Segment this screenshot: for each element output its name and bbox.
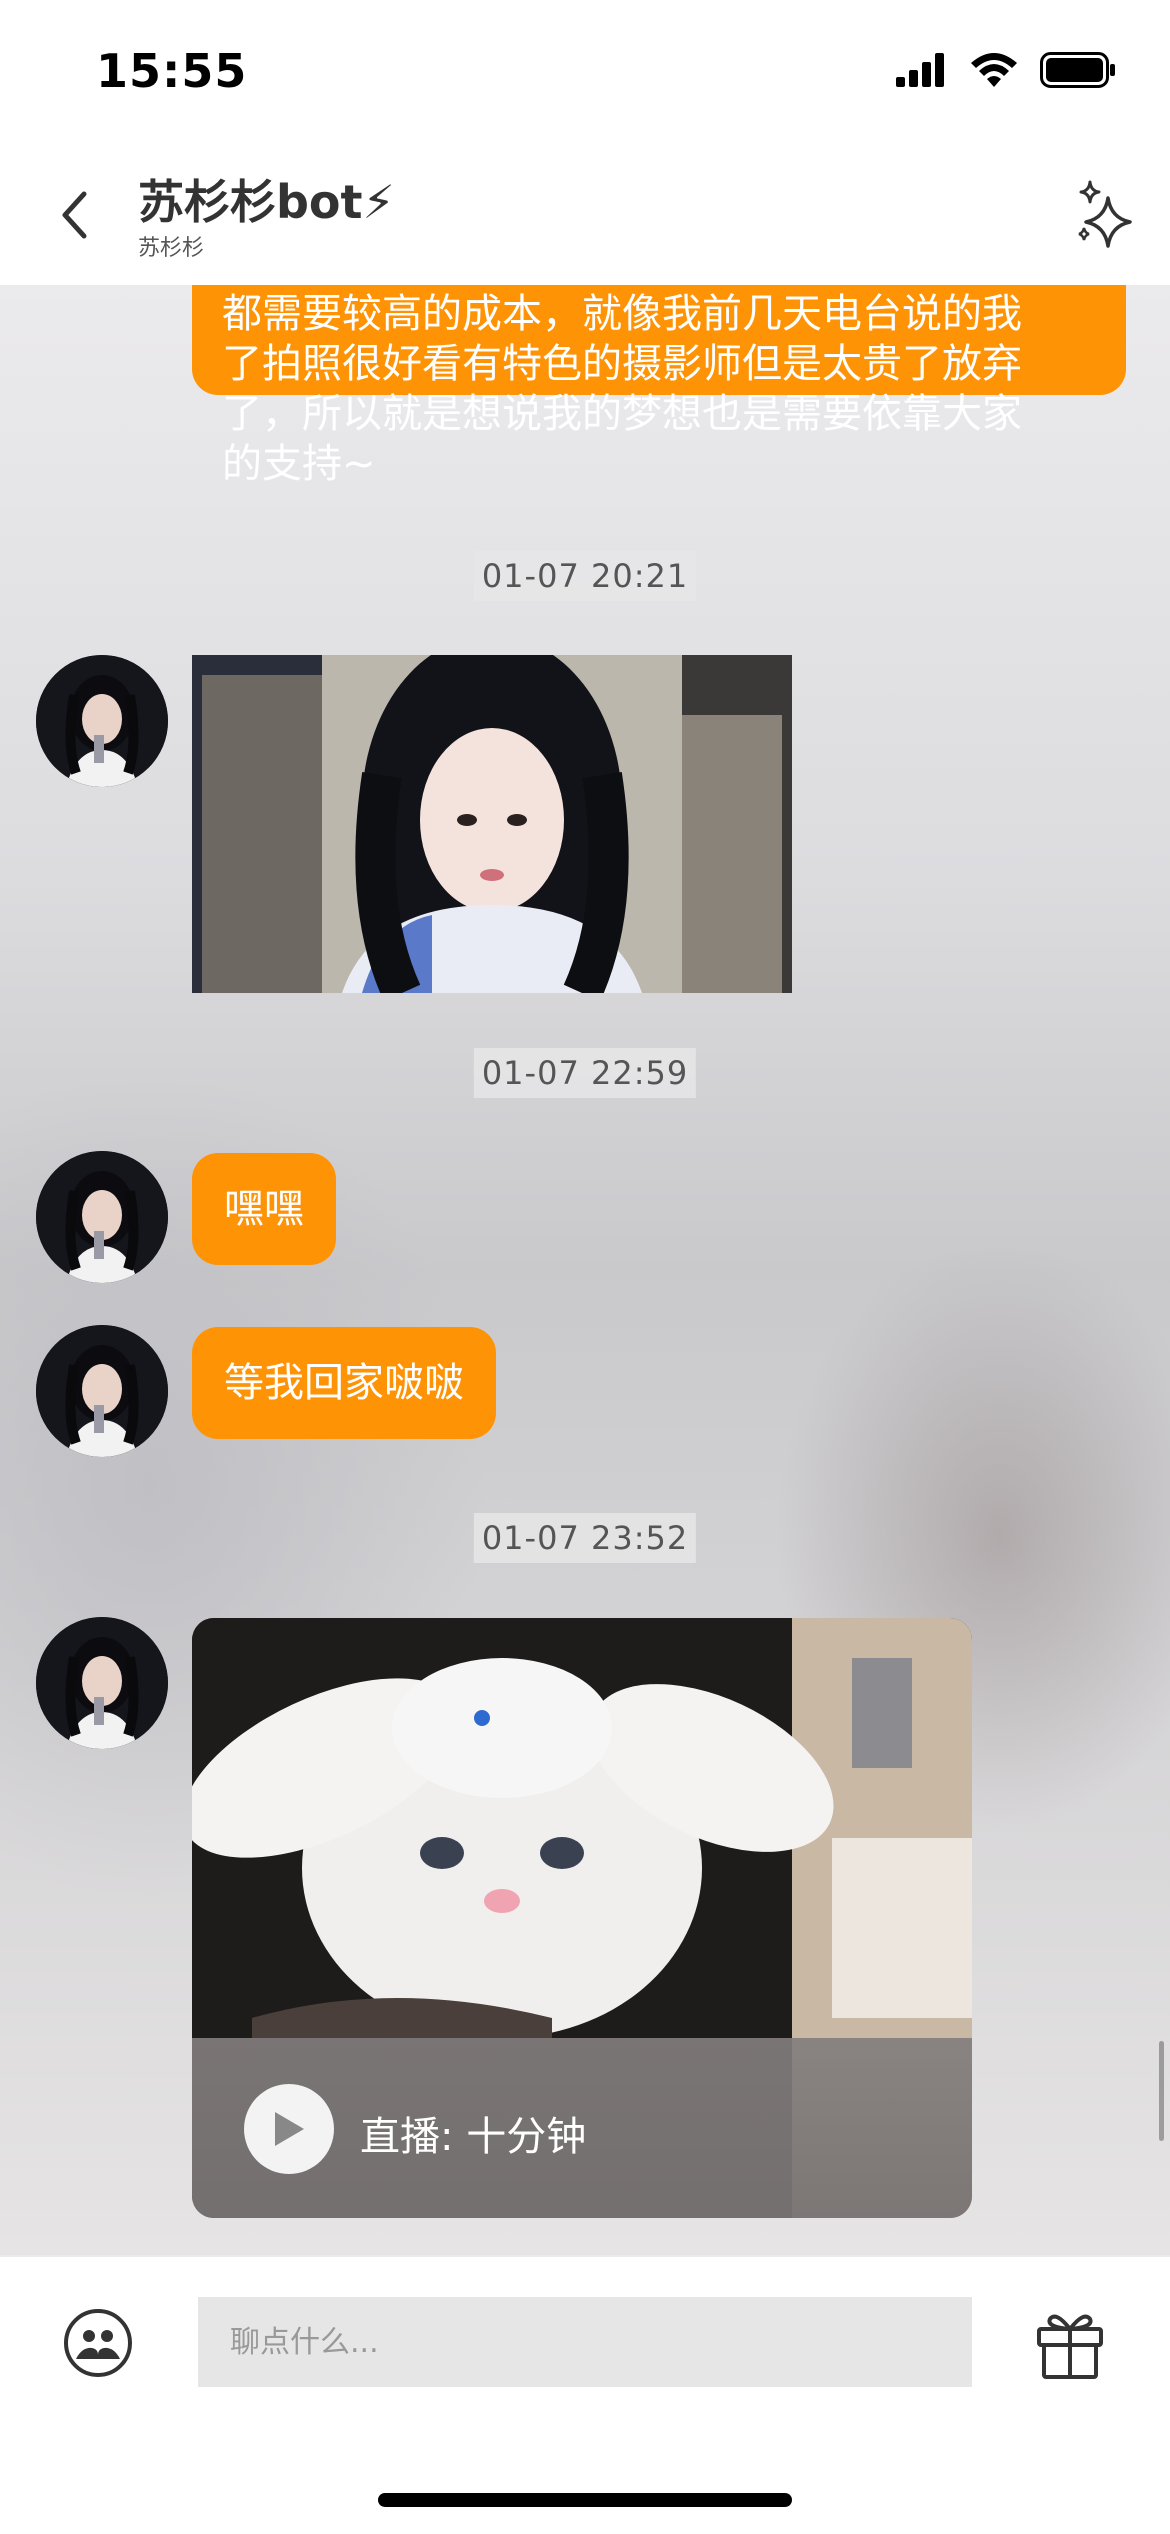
message-line: 的支持~ — [222, 441, 376, 487]
wifi-icon — [971, 53, 1017, 87]
gift-icon — [1037, 2314, 1103, 2379]
emoji-icon — [64, 2309, 132, 2377]
message-timestamp: 01-07 22:59 — [473, 1048, 697, 1098]
gift-button[interactable] — [1032, 2305, 1108, 2381]
home-indicator — [378, 2493, 792, 2507]
play-icon — [275, 2112, 304, 2146]
sender-avatar[interactable] — [36, 1617, 168, 1749]
status-time: 15:55 — [96, 44, 248, 98]
sender-avatar[interactable] — [36, 1325, 168, 1457]
message-timestamp: 01-07 20:21 — [473, 551, 697, 601]
back-button[interactable] — [44, 180, 104, 250]
live-video-card[interactable]: 直播: 十分钟 — [192, 1618, 972, 2218]
chat-input-bar — [0, 2255, 1170, 2534]
chat-header: 苏杉杉bot⚡ 苏杉杉 — [0, 140, 1170, 285]
status-icons — [896, 52, 1116, 88]
message-line: 了，所以就是想说我的梦想也是需要依靠大家 — [222, 391, 1022, 437]
chat-subtitle: 苏杉杉 — [138, 236, 205, 261]
message-line: 了拍照很好看有特色的摄影师但是太贵了放弃 — [222, 341, 1022, 387]
battery-icon — [1040, 52, 1115, 88]
chat-title: 苏杉杉bot⚡ — [138, 175, 395, 229]
play-button[interactable] — [244, 2084, 334, 2174]
message-input[interactable] — [198, 2297, 972, 2387]
status-bar: 15:55 — [0, 0, 1170, 140]
scrollbar[interactable] — [1159, 2041, 1164, 2141]
text-message-bubble[interactable]: 嘿嘿 — [192, 1153, 336, 1265]
sender-avatar[interactable] — [36, 655, 168, 787]
text-message-bubble[interactable]: 都需要较高的成本，就像我前几天电台说的我 了拍照很好看有特色的摄影师但是太贵了放… — [192, 285, 1126, 487]
sparkle-button[interactable] — [1074, 180, 1138, 250]
video-info-bar: 直播: 十分钟 — [192, 2038, 972, 2218]
live-duration-label: 直播: 十分钟 — [360, 2114, 587, 2160]
text-message-bubble[interactable]: 等我回家啵啵 — [192, 1327, 496, 1439]
message-line: 都需要较高的成本，就像我前几天电台说的我 — [222, 291, 1022, 337]
photo-message[interactable] — [192, 655, 792, 993]
sparkle-icon — [1078, 180, 1132, 248]
chat-message-list[interactable]: 都需要较高的成本，就像我前几天电台说的我 了拍照很好看有特色的摄影师但是太贵了放… — [0, 285, 1170, 2255]
signal-icon — [896, 53, 944, 87]
back-icon — [62, 191, 87, 239]
sender-avatar[interactable] — [36, 1151, 168, 1283]
emoji-button[interactable] — [62, 2307, 134, 2379]
message-timestamp: 01-07 23:52 — [473, 1513, 697, 1563]
